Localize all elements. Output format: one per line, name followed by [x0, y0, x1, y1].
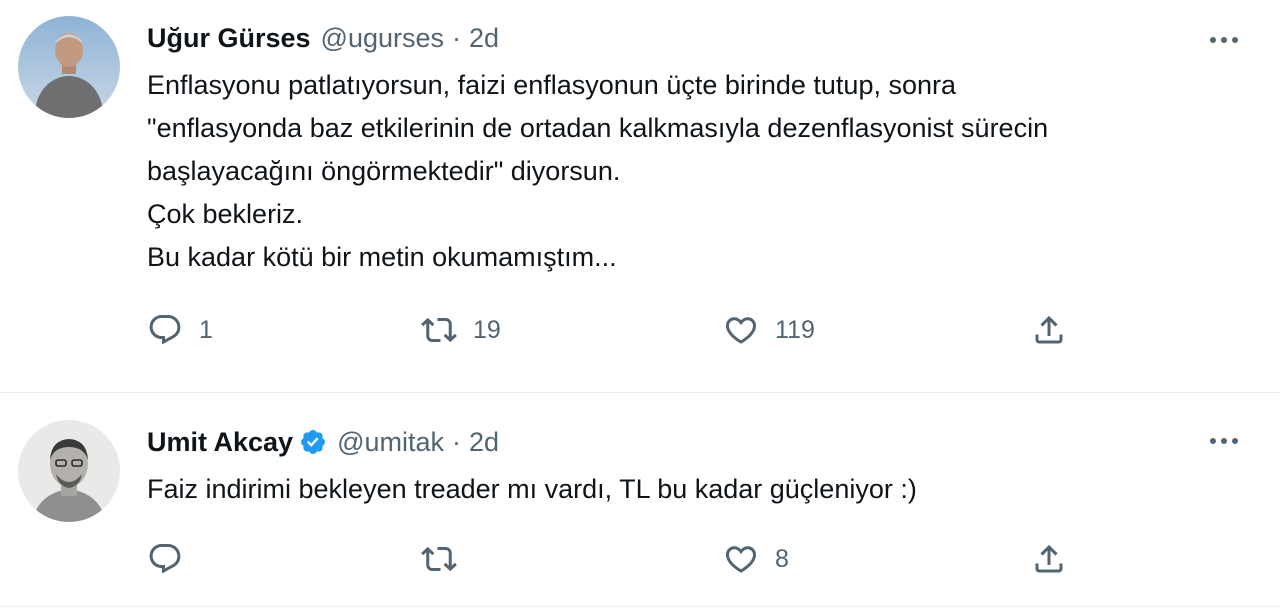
share-icon	[1035, 315, 1063, 344]
tweet-actions: 8	[147, 539, 1087, 579]
author-handle[interactable]: @umitak	[337, 427, 444, 458]
author-name[interactable]: Uğur Gürses	[147, 23, 311, 54]
heart-icon	[725, 317, 757, 344]
separator-dot: ·	[452, 22, 462, 53]
timestamp[interactable]: 2d	[469, 427, 499, 458]
verified-badge-icon	[301, 430, 326, 454]
tweet-header: Uğur Gürses @ugurses · 2d	[147, 20, 499, 56]
reply-button[interactable]	[147, 539, 199, 579]
tweet-text-line: Bu kadar kötü bir metin okumamıştım...	[147, 242, 617, 272]
avatar[interactable]	[18, 16, 120, 118]
author-name[interactable]: Umit Akcay	[147, 427, 293, 458]
share-button[interactable]	[1031, 310, 1067, 350]
tweet-text: Enflasyonu patlatıyorsun, faizi enflasyo…	[147, 64, 1257, 279]
tweet-actions: 1 19 119	[147, 310, 1087, 350]
share-button[interactable]	[1031, 539, 1067, 579]
like-button[interactable]: 8	[723, 539, 789, 579]
reply-icon	[149, 544, 181, 574]
retweet-count: 19	[473, 315, 501, 344]
tweet-text-line: Faiz indirimi bekleyen treader mı vardı,…	[147, 474, 917, 504]
tweet-text-line: Çok bekleriz.	[147, 199, 304, 229]
like-button[interactable]: 119	[723, 310, 815, 350]
tweet-text-line: başlayacağını öngörmektedir" diyorsun.	[147, 156, 621, 186]
retweet-icon	[421, 546, 457, 572]
retweet-button[interactable]	[421, 539, 473, 579]
more-icon[interactable]	[1204, 423, 1244, 459]
tweet-text-line: Enflasyonu patlatıyorsun, faizi enflasyo…	[147, 70, 956, 100]
like-count: 119	[775, 315, 815, 344]
timestamp[interactable]: 2d	[469, 23, 499, 54]
heart-icon	[725, 546, 757, 573]
tweet-header: Umit Akcay @umitak · 2d	[147, 424, 499, 460]
reply-icon	[149, 315, 181, 345]
more-icon[interactable]	[1204, 22, 1244, 58]
avatar[interactable]	[18, 420, 120, 522]
author-handle[interactable]: @ugurses	[321, 23, 444, 54]
tweet-text: Faiz indirimi bekleyen treader mı vardı,…	[147, 468, 1257, 511]
tweet[interactable]: Umit Akcay @umitak · 2d Faiz indirimi be…	[0, 393, 1280, 614]
retweet-button[interactable]: 19	[421, 310, 501, 350]
tweet-divider	[0, 606, 1280, 607]
reply-count: 1	[199, 315, 213, 344]
tweet[interactable]: Uğur Gürses @ugurses · 2d Enflasyonu pat…	[0, 0, 1280, 392]
like-count: 8	[775, 544, 789, 573]
tweet-text-line: "enflasyonda baz etkilerinin de ortadan …	[147, 113, 1049, 143]
separator-dot: ·	[452, 426, 461, 457]
retweet-icon	[421, 317, 457, 343]
reply-button[interactable]: 1	[147, 310, 213, 350]
share-icon	[1035, 544, 1063, 573]
